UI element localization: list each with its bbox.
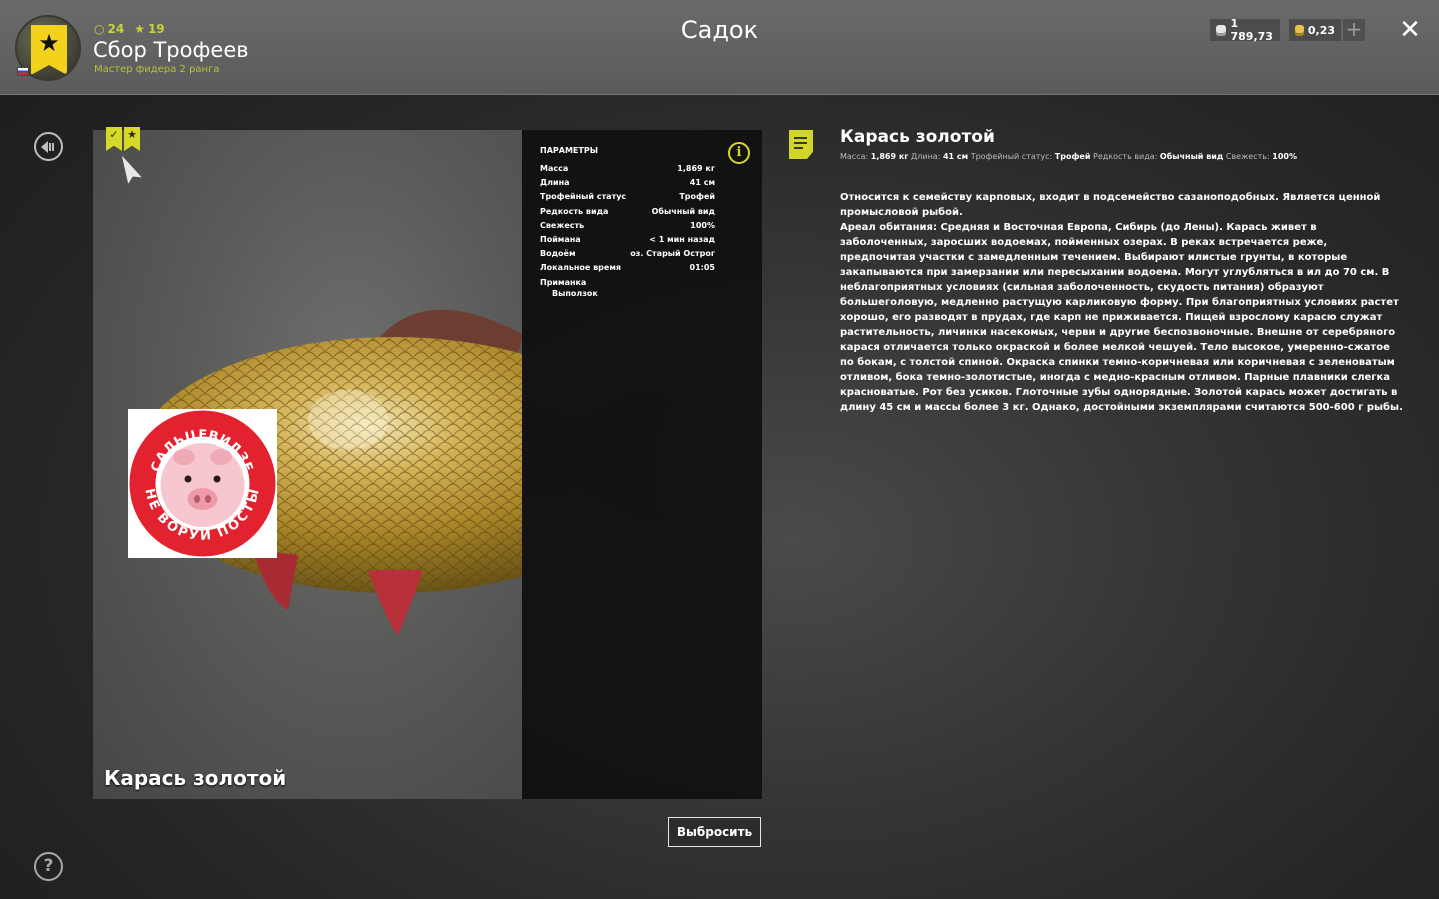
param-row-freshness: Свежесть 100% <box>540 221 715 233</box>
param-label: Водоём <box>540 249 576 258</box>
param-value: оз. Старый Острог <box>630 249 715 258</box>
top-bar: ★ ○ 24 ★ 19 Сбор Трофеев Мастер фидера 2… <box>0 0 1439 95</box>
meta-value: 1,869 кг <box>870 152 909 161</box>
russia-flag-icon <box>17 67 29 76</box>
param-row-mass: Масса 1,869 кг <box>540 164 715 176</box>
fish-params-panel: ПАРАМЕТРЫ i Масса 1,869 кг Длина 41 см Т… <box>522 130 762 799</box>
close-button[interactable]: ✕ <box>1397 17 1423 43</box>
param-value: Обычный вид <box>651 207 715 216</box>
gold-amount: 0,23 <box>1307 23 1335 37</box>
mouse-cursor-icon <box>120 152 145 186</box>
param-label: Длина <box>540 178 570 187</box>
silver-coins-icon <box>1216 24 1227 36</box>
param-row-trophy-status: Трофейный статус Трофей <box>540 192 715 204</box>
param-label: Трофейный статус <box>540 192 627 201</box>
param-value: Трофей <box>679 192 715 201</box>
meta-value: Трофей <box>1054 152 1091 161</box>
param-label: Редкость вида <box>540 207 609 216</box>
info-icon[interactable]: i <box>728 142 750 164</box>
pig-watermark-logo: САЛЬЦЕВИДЗЕ НЕ ВОРУЙ ПОСТЫ <box>129 410 276 557</box>
stars-value: 19 <box>147 22 165 36</box>
watermark-sticker: САЛЬЦЕВИДЗЕ НЕ ВОРУЙ ПОСТЫ <box>128 409 277 558</box>
param-label: Поймана <box>540 235 581 244</box>
param-value: 100% <box>690 221 715 230</box>
meta-value: Обычный вид <box>1159 152 1224 161</box>
silver-amount: 1 789,73 <box>1230 17 1273 43</box>
param-row-length: Длина 41 см <box>540 178 715 190</box>
description-paragraph: Ареал обитания: Средняя и Восточная Евро… <box>840 222 1403 413</box>
param-value: 1,869 кг <box>677 164 715 173</box>
param-value: 01:05 <box>689 263 715 272</box>
meta-value: 100% <box>1272 152 1297 161</box>
release-fish-button[interactable]: Выбросить <box>668 817 761 847</box>
star-outline-icon: ★ <box>134 22 145 36</box>
level-stat: ○ 24 <box>94 22 124 36</box>
param-value: 41 см <box>689 178 715 187</box>
param-row-caught: Поймана < 1 мин назад <box>540 235 715 247</box>
meta-value: 41 см <box>942 152 969 161</box>
param-label: Масса <box>540 164 569 173</box>
back-button[interactable] <box>34 132 63 161</box>
meta-label: Масса: <box>840 152 869 161</box>
param-row-water-body: Водоём оз. Старый Острог <box>540 249 715 261</box>
silver-balance: 1 789,73 <box>1210 17 1280 43</box>
description-paragraph: Относится к семейству карповых, входит в… <box>840 192 1381 218</box>
meta-label: Редкость вида: <box>1093 152 1158 161</box>
notes-icon <box>789 130 813 159</box>
player-name: Сбор Трофеев <box>93 38 249 62</box>
meta-label: Длина: <box>911 152 941 161</box>
params-title: ПАРАМЕТРЫ <box>540 146 598 155</box>
level-value: 24 <box>107 22 125 36</box>
meta-label: Свежесть: <box>1225 152 1270 161</box>
description-text: Относится к семейству карповых, входит в… <box>840 190 1405 415</box>
player-stats: ○ 24 ★ 19 <box>94 21 165 37</box>
gold-coins-icon <box>1295 24 1304 36</box>
buy-currency-button[interactable]: + <box>1343 19 1365 41</box>
param-value: < 1 мин назад <box>649 235 715 244</box>
back-arrow-icon <box>40 141 54 153</box>
stars-stat: ★ 19 <box>134 22 164 36</box>
param-row-local-time: Локальное время 01:05 <box>540 263 715 275</box>
description-title: Карась золотой <box>840 127 995 147</box>
level-ring-icon: ○ <box>94 22 105 36</box>
param-label: Свежесть <box>540 221 585 230</box>
help-button[interactable]: ? <box>34 852 63 881</box>
player-rank: Мастер фидера 2 ранга <box>94 64 220 75</box>
meta-label: Трофейный статус: <box>970 152 1053 161</box>
gold-balance: 0,23 <box>1289 19 1341 41</box>
star-icon: ★ <box>38 29 60 57</box>
bait-value: Выползок <box>552 289 598 298</box>
description-meta: Масса: 1,869 кг Длина: 41 см Трофейный с… <box>840 152 1297 161</box>
param-label: Локальное время <box>540 263 622 272</box>
param-row-rarity: Редкость вида Обычный вид <box>540 207 715 219</box>
fish-name-caption: Карась золотой <box>104 766 287 790</box>
